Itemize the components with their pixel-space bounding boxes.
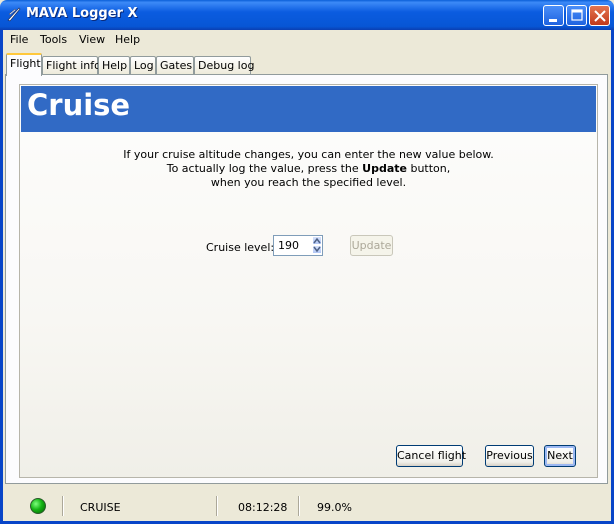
cruise-level-spinner[interactable]: 190 — [273, 235, 323, 256]
minimize-icon — [549, 19, 557, 22]
description-line-3: when you reach the specified level. — [210, 176, 407, 189]
spinner-buttons — [312, 236, 322, 255]
status-indicator-icon — [30, 498, 46, 514]
menu-bar: File Tools View Help — [3, 30, 611, 49]
status-separator — [216, 496, 218, 516]
status-separator — [298, 496, 300, 516]
chevron-up-icon — [313, 237, 321, 244]
description-line-2: To actually log the value, press the Upd… — [20, 162, 597, 175]
window-title: MAVA Logger X — [26, 6, 138, 21]
description-line-2-pre: To actually log the value, press the — [166, 162, 363, 175]
cruise-level-label: Cruise level: — [206, 241, 275, 254]
chevron-down-icon — [313, 246, 321, 253]
minimize-button[interactable] — [543, 5, 564, 26]
status-separator — [62, 496, 64, 516]
cancel-flight-button[interactable]: Cancel flight — [396, 445, 466, 467]
menu-help[interactable]: Help — [115, 33, 140, 46]
elapsed-time: 08:12:28 — [238, 501, 288, 514]
description-line-2-bold: Update — [362, 162, 407, 175]
page-header: Cruise — [21, 86, 596, 132]
tab-strip: Flight Flight info Help Log Gates Debug … — [3, 50, 611, 76]
previous-button[interactable]: Previous — [485, 445, 534, 467]
tab-gates[interactable]: Gates — [156, 56, 194, 75]
progress-percent: 99.0% — [317, 501, 352, 514]
update-button[interactable]: Update — [350, 235, 393, 256]
menu-tools[interactable]: Tools — [40, 33, 67, 46]
tab-log[interactable]: Log — [130, 56, 156, 75]
description-line-2-post: button, — [406, 162, 451, 175]
menu-view[interactable]: View — [79, 33, 105, 46]
tab-panel: Cruise If your cruise altitude changes, … — [5, 74, 608, 484]
wizard-page: Cruise If your cruise altitude changes, … — [19, 84, 598, 478]
tab-flight[interactable]: Flight — [6, 53, 42, 76]
next-button[interactable]: Next — [544, 445, 576, 467]
spinner-up-button[interactable] — [312, 236, 322, 245]
flight-phase: CRUISE — [80, 501, 121, 514]
close-button[interactable] — [589, 5, 610, 26]
tab-debug-log[interactable]: Debug log — [194, 56, 254, 75]
tab-help[interactable]: Help — [98, 56, 130, 75]
maximize-button[interactable] — [566, 5, 587, 26]
description-line-1: If your cruise altitude changes, you can… — [123, 148, 494, 161]
tab-flight-info[interactable]: Flight info — [42, 56, 101, 75]
window-frame-left — [0, 30, 3, 524]
status-bar: CRUISE 08:12:28 99.0% — [3, 490, 611, 521]
title-bar[interactable]: MAVA Logger X — [0, 0, 614, 30]
page-title: Cruise — [27, 88, 131, 122]
spinner-down-button[interactable] — [312, 245, 322, 254]
app-icon — [6, 6, 22, 22]
menu-file[interactable]: File — [10, 33, 28, 46]
cruise-level-value[interactable]: 190 — [278, 239, 299, 252]
